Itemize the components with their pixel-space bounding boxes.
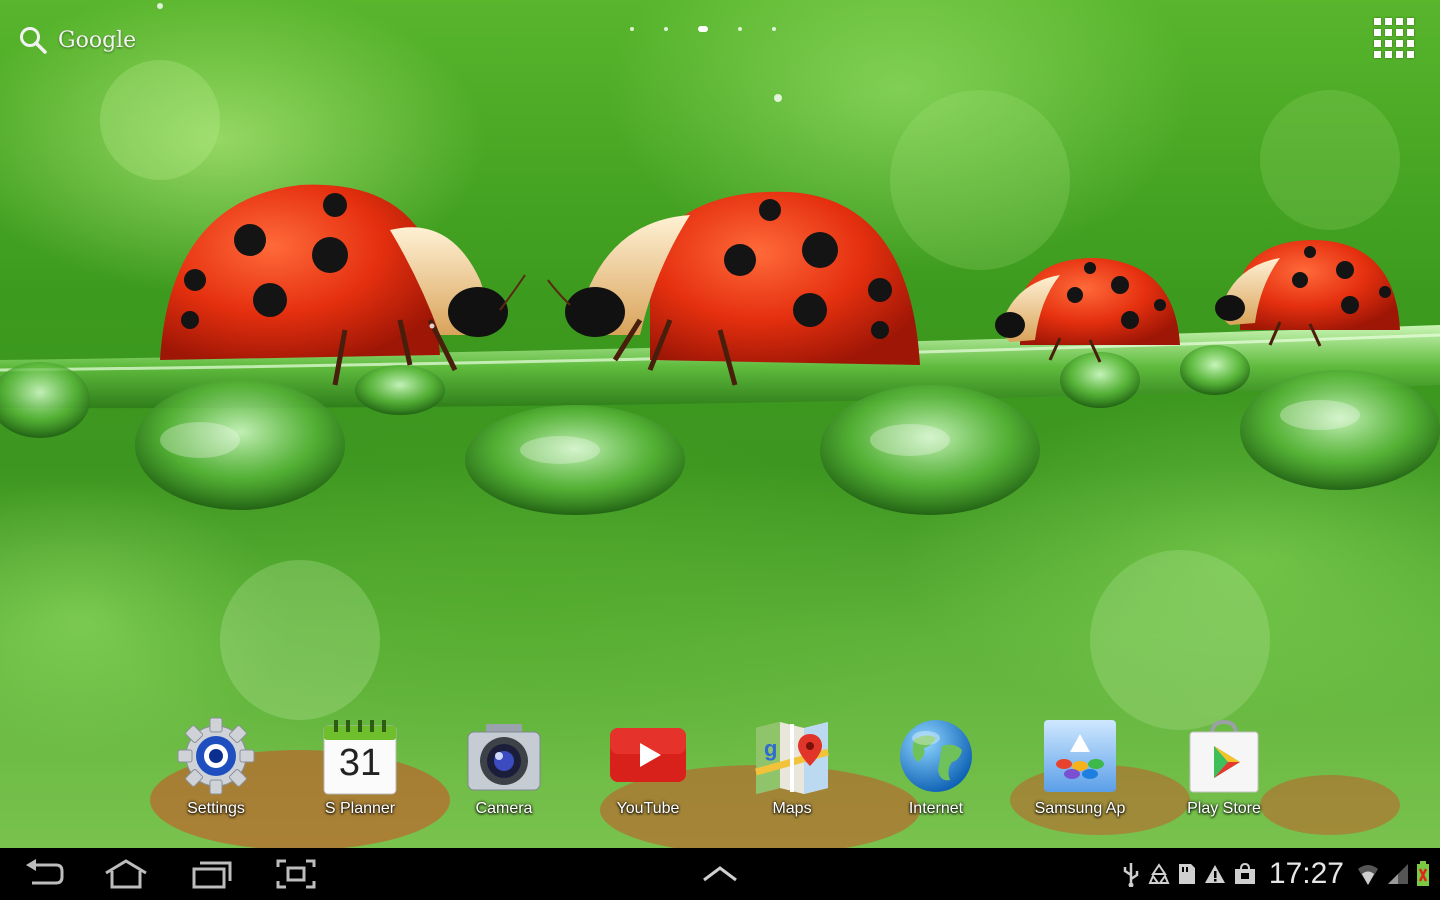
home-button[interactable] — [100, 854, 152, 894]
app-label: S Planner — [324, 800, 396, 817]
status-clock: 17:27 — [1268, 857, 1344, 890]
calendar-icon: 31 — [320, 716, 400, 796]
page-dot — [738, 27, 742, 31]
svg-text:g: g — [764, 736, 777, 761]
search-icon — [20, 27, 47, 54]
app-maps[interactable]: g Maps — [732, 716, 852, 818]
youtube-icon — [608, 716, 688, 796]
settings-icon — [176, 716, 256, 796]
app-play-store[interactable]: Play Store — [1164, 716, 1284, 818]
search-label: Google — [58, 27, 137, 53]
app-label: Settings — [187, 800, 245, 817]
page-dot-active — [698, 26, 708, 32]
app-label: YouTube — [616, 800, 680, 817]
home-icon — [105, 859, 147, 889]
battery-icon — [1417, 861, 1429, 886]
chevron-up-icon — [703, 866, 737, 882]
back-icon — [26, 859, 64, 885]
app-s-planner[interactable]: 31 S Planner — [300, 716, 420, 818]
app-dock: Settings 31 S Planner Camera YouTube g M… — [0, 710, 1440, 840]
wifi-icon — [1358, 865, 1378, 885]
app-camera[interactable]: Camera — [444, 716, 564, 818]
samsung-apps-icon — [1040, 716, 1120, 796]
app-drawer-handle[interactable] — [694, 854, 746, 894]
app-settings[interactable]: Settings — [156, 716, 276, 818]
calendar-date: 31 — [338, 742, 382, 784]
shopping-bag-icon — [1234, 863, 1255, 884]
play-store-icon — [1184, 716, 1264, 796]
app-samsung-apps[interactable]: Samsung Ap — [1020, 716, 1140, 818]
camera-icon — [464, 716, 544, 796]
page-dot — [630, 27, 634, 31]
status-area[interactable]: 17:27 — [1121, 854, 1430, 894]
page-dot — [772, 27, 776, 31]
sd-card-icon — [1178, 864, 1195, 884]
maps-icon: g — [752, 716, 832, 796]
screenshot-button[interactable] — [270, 854, 322, 894]
signal-icon — [1388, 864, 1408, 884]
google-search-widget[interactable]: Google — [18, 22, 136, 58]
app-label: Camera — [475, 800, 533, 817]
app-label: Play Store — [1187, 800, 1261, 817]
app-label: Samsung Ap — [1034, 800, 1126, 817]
home-page-indicator — [630, 26, 776, 32]
usb-icon — [1123, 863, 1139, 887]
recent-apps-icon — [192, 861, 232, 889]
warning-icon — [1204, 865, 1225, 883]
sync-icon — [1148, 863, 1170, 884]
app-label: Maps — [772, 800, 812, 817]
recent-apps-button[interactable] — [186, 854, 238, 894]
globe-icon — [896, 716, 976, 796]
back-button[interactable] — [18, 854, 70, 894]
screenshot-icon — [276, 859, 316, 889]
app-internet[interactable]: Internet — [876, 716, 996, 818]
app-label: Internet — [908, 800, 964, 817]
app-youtube[interactable]: YouTube — [588, 716, 708, 818]
navigation-bar: 17:27 — [0, 848, 1440, 900]
apps-grid-icon[interactable] — [1374, 18, 1416, 60]
page-dot — [664, 27, 668, 31]
